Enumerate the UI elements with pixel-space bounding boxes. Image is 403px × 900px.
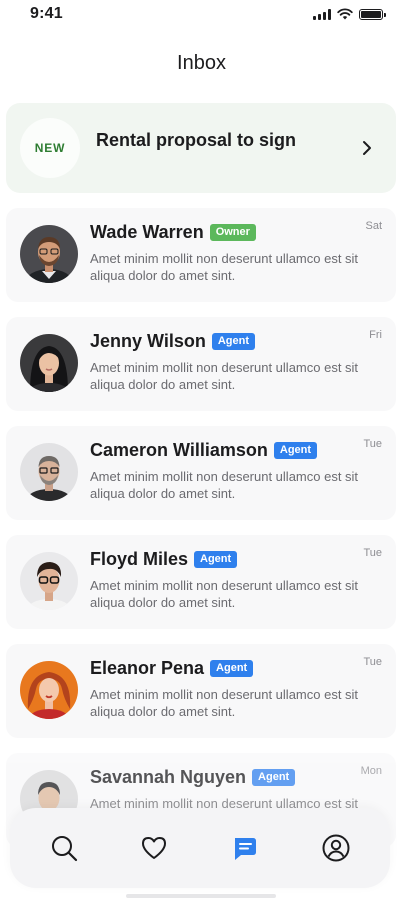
- heart-icon: [142, 837, 166, 859]
- chat-icon: [235, 838, 256, 860]
- message-day: Fri: [369, 329, 382, 341]
- role-badge: Agent: [211, 333, 256, 350]
- rental-proposal-card[interactable]: NEW Rental proposal to sign: [6, 103, 396, 193]
- message-item[interactable]: Floyd Miles Agent Tue Amet minim mollit …: [6, 535, 396, 629]
- nav-inbox[interactable]: [226, 830, 262, 866]
- page-title: Inbox: [177, 52, 226, 74]
- message-preview: Amet minim mollit non deserunt ullamco e…: [90, 360, 359, 392]
- avatar: [20, 334, 78, 392]
- wifi-icon: [337, 8, 353, 20]
- message-item[interactable]: Jenny Wilson Agent Fri Amet minim mollit…: [6, 317, 396, 411]
- status-icons: [313, 8, 386, 20]
- sender-name: Savannah Nguyen: [90, 767, 247, 787]
- message-item[interactable]: Cameron Williamson Agent Tue Amet minim …: [6, 426, 396, 520]
- nav-profile[interactable]: [318, 830, 354, 866]
- message-preview: Amet minim mollit non deserunt ullamco e…: [90, 687, 359, 719]
- message-header: Eleanor Pena Agent: [90, 658, 254, 679]
- cellular-signal-icon: [313, 8, 331, 20]
- sender-name: Jenny Wilson: [90, 331, 206, 351]
- role-badge: Agent: [194, 551, 238, 568]
- message-day: Mon: [360, 765, 382, 777]
- sender-name: Eleanor Pena: [90, 658, 205, 678]
- avatar: [20, 443, 78, 501]
- message-day: Tue: [363, 438, 382, 450]
- message-item[interactable]: Wade Warren Owner Sat Amet minim mollit …: [6, 208, 396, 302]
- status-bar: 9:41: [0, 0, 403, 30]
- bottom-nav: [10, 808, 390, 888]
- role-badge: Agent: [210, 660, 254, 677]
- message-preview: Amet minim mollit non deserunt ullamco e…: [90, 469, 359, 501]
- message-header: Floyd Miles Agent: [90, 549, 238, 570]
- search-icon: [52, 836, 78, 862]
- avatar: [20, 225, 78, 283]
- battery-icon: [359, 8, 386, 20]
- message-preview: Amet minim mollit non deserunt ullamco e…: [90, 251, 359, 283]
- message-item[interactable]: Eleanor Pena Agent Tue Amet minim mollit…: [6, 644, 396, 738]
- proposal-title: Rental proposal to sign: [96, 130, 297, 150]
- status-time: 9:41: [30, 5, 63, 22]
- sender-name: Cameron Williamson: [90, 440, 268, 460]
- role-badge: Agent: [252, 769, 296, 786]
- message-header: Jenny Wilson Agent: [90, 331, 256, 352]
- message-preview: Amet minim mollit non deserunt ullamco e…: [90, 578, 359, 610]
- sender-name: Floyd Miles: [90, 549, 189, 569]
- home-indicator: [126, 894, 276, 898]
- profile-icon: [322, 834, 350, 862]
- new-badge: NEW: [20, 118, 80, 178]
- nav-search[interactable]: [46, 830, 82, 866]
- sender-name: Wade Warren: [90, 222, 204, 242]
- avatar: [20, 661, 78, 719]
- role-badge: Owner: [209, 224, 256, 241]
- message-header: Savannah Nguyen Agent: [90, 767, 296, 788]
- nav-favorites[interactable]: [136, 830, 172, 866]
- chevron-right-icon[interactable]: [358, 139, 376, 157]
- message-day: Tue: [363, 656, 382, 668]
- avatar: [20, 552, 78, 610]
- message-header: Wade Warren Owner: [90, 222, 256, 243]
- role-badge: Agent: [273, 442, 318, 459]
- inbox-screen: 9:41 Inbox NEW Rental proposal to sign W…: [0, 0, 403, 900]
- message-header: Cameron Williamson Agent: [90, 440, 318, 461]
- message-day: Tue: [363, 547, 382, 559]
- message-day: Sat: [365, 220, 382, 232]
